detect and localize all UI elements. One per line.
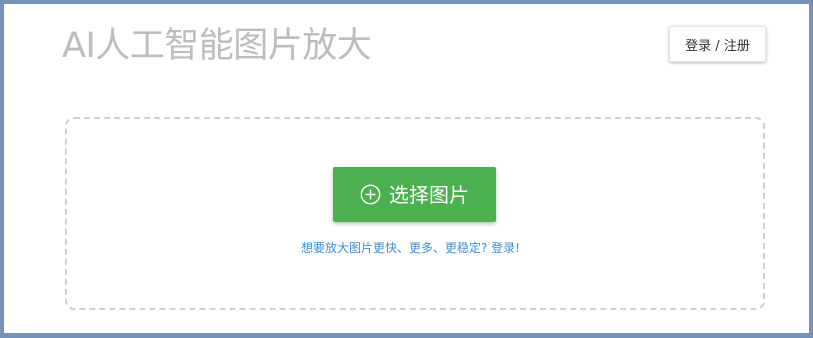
app-window: AI人工智能图片放大 登录 / 注册 选择图片 想要放大图片更快、更多、更稳定?… <box>0 0 813 338</box>
select-image-button[interactable]: 选择图片 <box>333 167 496 222</box>
select-image-label: 选择图片 <box>389 182 469 207</box>
login-hint-link[interactable]: 想要放大图片更快、更多、更稳定? 登录! <box>4 240 813 256</box>
plus-circle-icon <box>360 184 381 205</box>
page-title: AI人工智能图片放大 <box>62 26 372 66</box>
login-register-button[interactable]: 登录 / 注册 <box>669 26 766 62</box>
